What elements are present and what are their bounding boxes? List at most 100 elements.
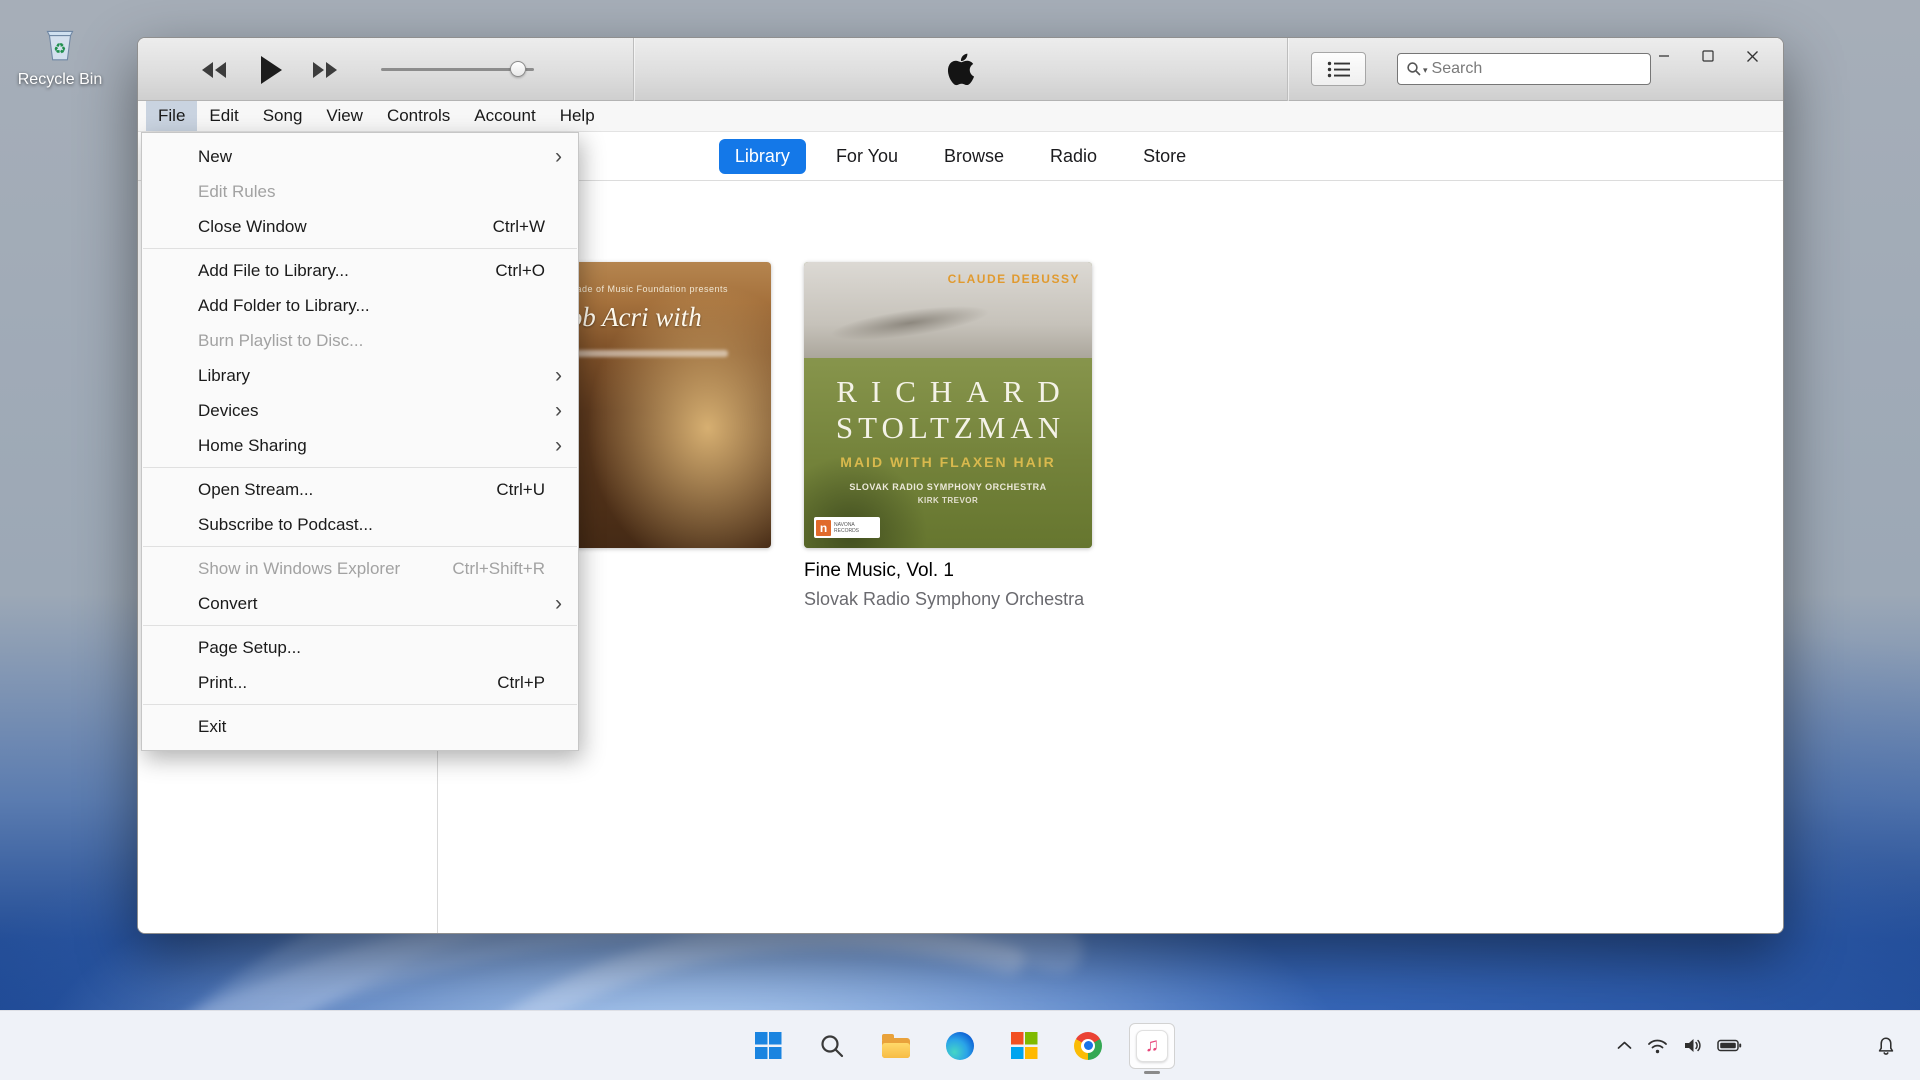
- recycle-bin-icon: ♻: [39, 22, 81, 64]
- menu-item-burn-playlist-to-disc: Burn Playlist to Disc...: [142, 323, 578, 358]
- recycle-bin-label: Recycle Bin: [5, 71, 115, 89]
- menu-item-add-file-to-library[interactable]: Add File to Library... Ctrl+O: [142, 253, 578, 288]
- notifications-button[interactable]: [1876, 1011, 1896, 1080]
- menu-item-devices[interactable]: Devices ›: [142, 393, 578, 428]
- tab-browse[interactable]: Browse: [928, 139, 1020, 174]
- battery-button[interactable]: [1717, 1039, 1742, 1052]
- record-label-mark: n: [816, 520, 831, 536]
- file-explorer-button[interactable]: [873, 1023, 919, 1069]
- rewind-button[interactable]: [195, 57, 233, 83]
- shortcut-label: Ctrl+U: [496, 480, 545, 500]
- bell-icon: [1876, 1036, 1896, 1056]
- recycle-bin[interactable]: ♻ Recycle Bin: [5, 22, 115, 89]
- maximize-button[interactable]: [1691, 43, 1725, 69]
- start-button[interactable]: [745, 1023, 791, 1069]
- menu-bar: File Edit Song View Controls Account Hel…: [138, 101, 1783, 132]
- play-button[interactable]: [250, 51, 292, 89]
- toolbar-divider: [1287, 38, 1288, 101]
- menu-separator: [143, 625, 577, 626]
- file-menu-dropdown: New › Edit Rules Close Window Ctrl+W Add…: [141, 132, 579, 751]
- menu-edit[interactable]: Edit: [197, 101, 250, 131]
- tab-for-you[interactable]: For You: [820, 139, 914, 174]
- shortcut-label: Ctrl+O: [495, 261, 545, 281]
- menu-account[interactable]: Account: [462, 101, 547, 131]
- taskbar: ♫: [0, 1010, 1920, 1080]
- speaker-icon: [1683, 1037, 1702, 1054]
- taskbar-search-button[interactable]: [809, 1023, 855, 1069]
- menu-song[interactable]: Song: [251, 101, 315, 131]
- svg-text:♻: ♻: [53, 42, 66, 58]
- shortcut-label: Ctrl+P: [497, 673, 545, 693]
- tab-store[interactable]: Store: [1127, 139, 1202, 174]
- fast-forward-button[interactable]: [306, 57, 344, 83]
- apple-logo-icon: [945, 52, 977, 91]
- menu-separator: [143, 467, 577, 468]
- submenu-chevron-icon: ›: [555, 393, 562, 428]
- titlebar[interactable]: ▾: [138, 38, 1783, 101]
- shortcut-label: Ctrl+Shift+R: [452, 559, 545, 579]
- album2-performer-line2: STOLTZMAN: [804, 410, 1092, 446]
- itunes-icon: ♫: [1136, 1030, 1168, 1062]
- search-input[interactable]: [1432, 60, 1642, 78]
- menu-item-subscribe-to-podcast[interactable]: Subscribe to Podcast...: [142, 507, 578, 542]
- album-caption: Fine Music, Vol. 1 Slovak Radio Symphony…: [804, 560, 1134, 610]
- chrome-button[interactable]: [1065, 1023, 1111, 1069]
- hidden-icons-button[interactable]: [1617, 1041, 1632, 1050]
- shortcut-label: Ctrl+W: [493, 217, 545, 237]
- album2-conductor-line: KIRK TREVOR: [804, 496, 1092, 505]
- volume-slider-knob[interactable]: [510, 61, 526, 77]
- submenu-chevron-icon: ›: [555, 428, 562, 463]
- menu-help[interactable]: Help: [548, 101, 607, 131]
- menu-item-new[interactable]: New ›: [142, 139, 578, 174]
- album-artist[interactable]: Slovak Radio Symphony Orchestra: [804, 589, 1134, 610]
- menu-controls[interactable]: Controls: [375, 101, 462, 131]
- menu-item-convert[interactable]: Convert ›: [142, 586, 578, 621]
- menu-item-print[interactable]: Print... Ctrl+P: [142, 665, 578, 700]
- album2-photo-band: CLAUDE DEBUSSY: [804, 262, 1092, 358]
- menu-item-library[interactable]: Library ›: [142, 358, 578, 393]
- tab-radio[interactable]: Radio: [1034, 139, 1113, 174]
- close-button[interactable]: [1735, 43, 1769, 69]
- album-cover-fine-music[interactable]: CLAUDE DEBUSSY RICHARD STOLTZMAN MAID WI…: [804, 262, 1092, 548]
- itunes-button[interactable]: ♫: [1129, 1023, 1175, 1069]
- volume-button[interactable]: [1683, 1037, 1702, 1054]
- submenu-chevron-icon: ›: [555, 358, 562, 393]
- search-box[interactable]: ▾: [1397, 53, 1651, 85]
- menu-separator: [143, 546, 577, 547]
- search-icon: [1406, 61, 1422, 77]
- menu-item-home-sharing[interactable]: Home Sharing ›: [142, 428, 578, 463]
- chrome-icon: [1074, 1032, 1102, 1060]
- tab-library[interactable]: Library: [719, 139, 806, 174]
- edge-button[interactable]: [937, 1023, 983, 1069]
- spoon-photo: [829, 299, 991, 347]
- active-app-indicator: [1144, 1071, 1160, 1074]
- menu-item-edit-rules: Edit Rules: [142, 174, 578, 209]
- menu-file[interactable]: File: [146, 101, 197, 131]
- microsoft-store-icon: [1011, 1032, 1038, 1059]
- minimize-button[interactable]: [1647, 43, 1681, 69]
- battery-icon: [1717, 1039, 1742, 1052]
- menu-item-close-window[interactable]: Close Window Ctrl+W: [142, 209, 578, 244]
- album-title[interactable]: Fine Music, Vol. 1: [804, 560, 1134, 582]
- menu-view[interactable]: View: [314, 101, 375, 131]
- album2-title-line: MAID WITH FLAXEN HAIR: [804, 454, 1092, 470]
- microsoft-store-button[interactable]: [1001, 1023, 1047, 1069]
- album2-orchestra-line: SLOVAK RADIO SYMPHONY ORCHESTRA: [804, 482, 1092, 492]
- menu-item-exit[interactable]: Exit: [142, 709, 578, 744]
- menu-item-add-folder-to-library[interactable]: Add Folder to Library...: [142, 288, 578, 323]
- menu-item-show-in-windows-explorer: Show in Windows Explorer Ctrl+Shift+R: [142, 551, 578, 586]
- windows-logo-icon: [755, 1032, 782, 1059]
- view-switcher-button[interactable]: [1311, 52, 1366, 86]
- album2-performer-line1: RICHARD: [804, 374, 1092, 410]
- wifi-button[interactable]: [1647, 1037, 1668, 1054]
- search-icon: [819, 1033, 845, 1059]
- album2-composer: CLAUDE DEBUSSY: [948, 272, 1080, 286]
- menu-item-page-setup[interactable]: Page Setup...: [142, 630, 578, 665]
- record-label-text: NAVONA RECORDS: [834, 522, 878, 534]
- edge-icon: [946, 1032, 974, 1060]
- search-scope-caret-icon: ▾: [1423, 65, 1428, 76]
- toolbar-divider: [633, 38, 634, 101]
- menu-item-open-stream[interactable]: Open Stream... Ctrl+U: [142, 472, 578, 507]
- menu-separator: [143, 704, 577, 705]
- itunes-window: ▾ File Edit Song View Controls Account H…: [137, 37, 1784, 934]
